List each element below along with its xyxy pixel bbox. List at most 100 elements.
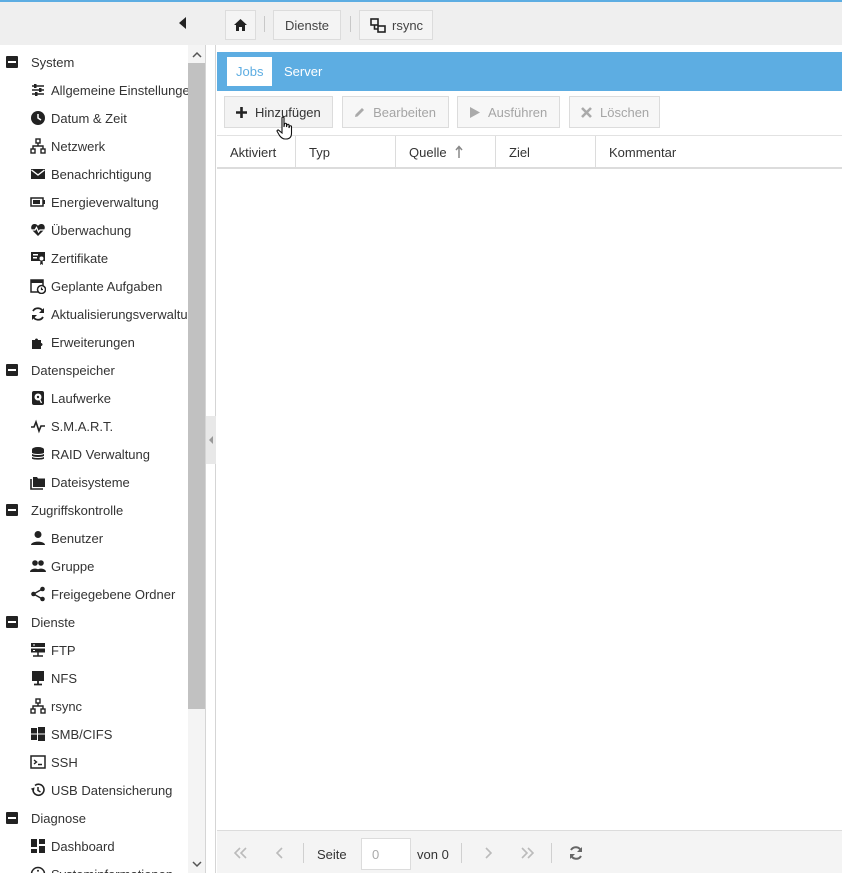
sidebar-item-label: Benutzer	[51, 530, 104, 546]
delete-button[interactable]: Löschen	[569, 96, 660, 128]
breadcrumb-label: rsync	[392, 17, 424, 33]
network-icon	[29, 138, 47, 154]
pulse-icon	[29, 418, 47, 434]
sidebar-item-überwachung[interactable]: Überwachung	[0, 216, 188, 244]
chevron-left-icon	[275, 847, 283, 859]
sidebar-item-laufwerke[interactable]: Laufwerke	[0, 384, 188, 412]
add-button[interactable]: Hinzufügen	[224, 96, 333, 128]
breadcrumb-rsync[interactable]: rsync	[359, 10, 433, 40]
add-button-label: Hinzufügen	[255, 104, 321, 120]
breadcrumb-separator	[264, 16, 265, 32]
column-header-quelle[interactable]: Quelle	[395, 136, 496, 168]
sidebar-item-nfs[interactable]: NFS	[0, 664, 188, 692]
sidebar-item-systeminformationen[interactable]: Systeminformationen	[0, 860, 188, 873]
sidebar-item-benachrichtigung[interactable]: Benachrichtigung	[0, 160, 188, 188]
sidebar-group-diagnose[interactable]: Diagnose	[0, 804, 188, 832]
sidebar-group-system[interactable]: System	[0, 48, 188, 76]
splitter-collapse-handle[interactable]	[206, 416, 216, 464]
sidebar-item-allgemeine-einstellungen[interactable]: Allgemeine Einstellungen	[0, 76, 188, 104]
sidebar-item-geplante-aufgaben[interactable]: Geplante Aufgaben	[0, 272, 188, 300]
tab-label: Jobs	[236, 64, 264, 79]
sidebar-item-label: Benachrichtigung	[51, 166, 152, 182]
sidebar-scrollbar[interactable]	[188, 45, 205, 873]
sidebar-item-dateisysteme[interactable]: Dateisysteme	[0, 468, 188, 496]
sidebar-item-benutzer[interactable]: Benutzer	[0, 524, 188, 552]
top-navigation-bar: Dienste rsync	[0, 2, 842, 45]
sidebar-item-dashboard[interactable]: Dashboard	[0, 832, 188, 860]
tab-jobs[interactable]: Jobs	[226, 56, 274, 87]
previous-page-button[interactable]	[271, 844, 289, 862]
sidebar-item-usb-datensicherung[interactable]: USB Datensicherung	[0, 776, 188, 804]
delete-button-label: Löschen	[600, 104, 650, 120]
sliders-icon	[29, 82, 47, 98]
certificate-icon	[29, 250, 47, 266]
sidebar-item-ssh[interactable]: SSH	[0, 748, 188, 776]
column-label: Typ	[309, 144, 330, 160]
refresh-icon	[29, 306, 47, 322]
sidebar-item-raid-verwaltung[interactable]: RAID Verwaltung	[0, 440, 188, 468]
next-page-button[interactable]	[479, 844, 497, 862]
sidebar-group-label: System	[31, 54, 75, 70]
page-number-input[interactable]	[361, 838, 411, 870]
run-button-label: Ausführen	[488, 104, 548, 120]
chevron-right-icon	[485, 847, 493, 859]
collapse-minus-icon[interactable]	[6, 56, 18, 68]
mail-icon	[29, 166, 47, 182]
page-count-label: von 0	[417, 847, 449, 862]
sidebar-item-gruppe[interactable]: Gruppe	[0, 552, 188, 580]
collapse-minus-icon[interactable]	[6, 812, 18, 824]
sidebar-item-label: NFS	[51, 670, 77, 686]
breadcrumb-home[interactable]	[225, 10, 256, 40]
sidebar-item-aktualisierungsverwaltung[interactable]: Aktualisierungsverwaltung	[0, 300, 188, 328]
scroll-down-arrow[interactable]	[188, 855, 205, 873]
run-button[interactable]: Ausführen	[457, 96, 560, 128]
collapse-minus-icon[interactable]	[6, 616, 18, 628]
sidebar-item-zertifikate[interactable]: Zertifikate	[0, 244, 188, 272]
sidebar-tree: System Allgemeine Einstellungen Datum & Ze…	[0, 48, 188, 873]
sidebar-item-label: Laufwerke	[51, 390, 111, 406]
sidebar-group-zugriffskontrolle[interactable]: Zugriffskontrolle	[0, 496, 188, 524]
tab-bar: Jobs Server	[217, 52, 842, 91]
sidebar-item-label: rsync	[51, 698, 83, 714]
sidebar-item-erweiterungen[interactable]: Erweiterungen	[0, 328, 188, 356]
sidebar-item-smb-cifs[interactable]: SMB/CIFS	[0, 720, 188, 748]
column-header-ziel[interactable]: Ziel	[495, 136, 596, 168]
column-header-kommentar[interactable]: Kommentar	[595, 136, 842, 168]
dashboard-icon	[29, 838, 47, 854]
sidebar-item-energieverwaltung[interactable]: Energieverwaltung	[0, 188, 188, 216]
sidebar-group-label: Datenspeicher	[31, 362, 115, 378]
collapse-minus-icon[interactable]	[6, 504, 18, 516]
collapse-minus-icon[interactable]	[6, 364, 18, 376]
tab-server[interactable]: Server	[275, 56, 331, 87]
server-icon	[29, 642, 47, 658]
scroll-thumb[interactable]	[188, 63, 205, 709]
grid-header: Aktiviert Typ Quelle Ziel Kommentar	[217, 135, 842, 169]
breadcrumb-dienste[interactable]: Dienste	[273, 10, 341, 40]
sidebar-collapse-button[interactable]	[176, 16, 190, 30]
pencil-icon	[353, 105, 366, 119]
sidebar-item-label: Systeminformationen	[51, 867, 173, 873]
sidebar-item-rsync[interactable]: rsync	[0, 692, 188, 720]
sidebar-item-ftp[interactable]: FTP	[0, 636, 188, 664]
sidebar-group-dienste[interactable]: Dienste	[0, 608, 188, 636]
sidebar-item-s-m-a-r-t-[interactable]: S.M.A.R.T.	[0, 412, 188, 440]
desktop-icon	[29, 670, 47, 686]
column-header-typ[interactable]: Typ	[295, 136, 396, 168]
panel-splitter[interactable]	[206, 45, 216, 873]
sidebar-item-label: Netzwerk	[51, 138, 106, 154]
network-icon	[29, 698, 47, 714]
first-page-button[interactable]	[231, 844, 249, 862]
database-icon	[29, 446, 47, 462]
sidebar-group-datenspeicher[interactable]: Datenspeicher	[0, 356, 188, 384]
sidebar-item-netzwerk[interactable]: Netzwerk	[0, 132, 188, 160]
pager-separator	[303, 843, 304, 863]
history-icon	[29, 782, 47, 798]
refresh-button[interactable]	[567, 844, 585, 862]
edit-button[interactable]: Bearbeiten	[342, 96, 449, 128]
sidebar-item-freigegebene-ordner[interactable]: Freigegebene Ordner	[0, 580, 188, 608]
last-page-button[interactable]	[519, 844, 537, 862]
column-header-aktiviert[interactable]: Aktiviert	[217, 136, 296, 168]
scroll-up-arrow[interactable]	[188, 45, 205, 63]
sidebar-item-label: FTP	[51, 642, 76, 658]
sidebar-item-datum-zeit[interactable]: Datum & Zeit	[0, 104, 188, 132]
